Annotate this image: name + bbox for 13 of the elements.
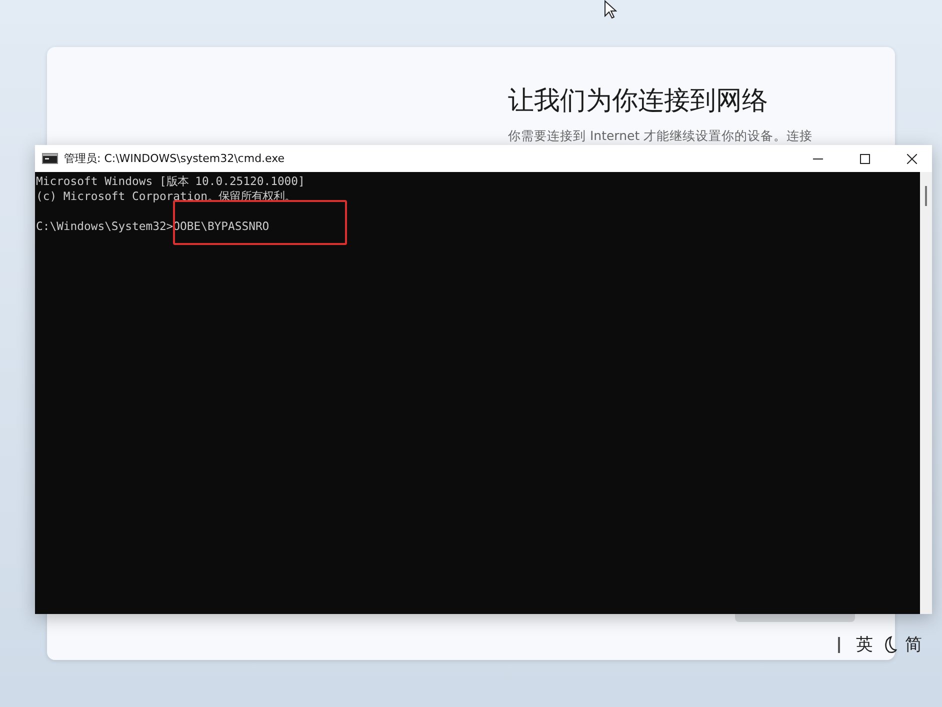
input-mode-indicator[interactable]: 简 [905, 633, 922, 656]
console-icon [42, 153, 58, 164]
console-prompt: C:\Windows\System32> [36, 219, 174, 234]
window-title: 管理员: C:\WINDOWS\system32\cmd.exe [64, 151, 286, 166]
scrollbar-thumb[interactable] [925, 186, 927, 206]
console-line: Microsoft Windows [版本 10.0.25120.1000] [36, 174, 305, 189]
mouse-pointer-icon [604, 0, 617, 19]
maximize-icon [860, 154, 870, 164]
page-heading: 让我们为你连接到网络 [508, 85, 769, 118]
description-text: 你需要连接到 Internet 才能继续设置你的设备。连接 [508, 128, 814, 145]
language-indicator[interactable]: 英 [856, 633, 873, 656]
console-command: OOBE\BYPASSNRO [173, 219, 270, 233]
close-icon [906, 154, 916, 164]
